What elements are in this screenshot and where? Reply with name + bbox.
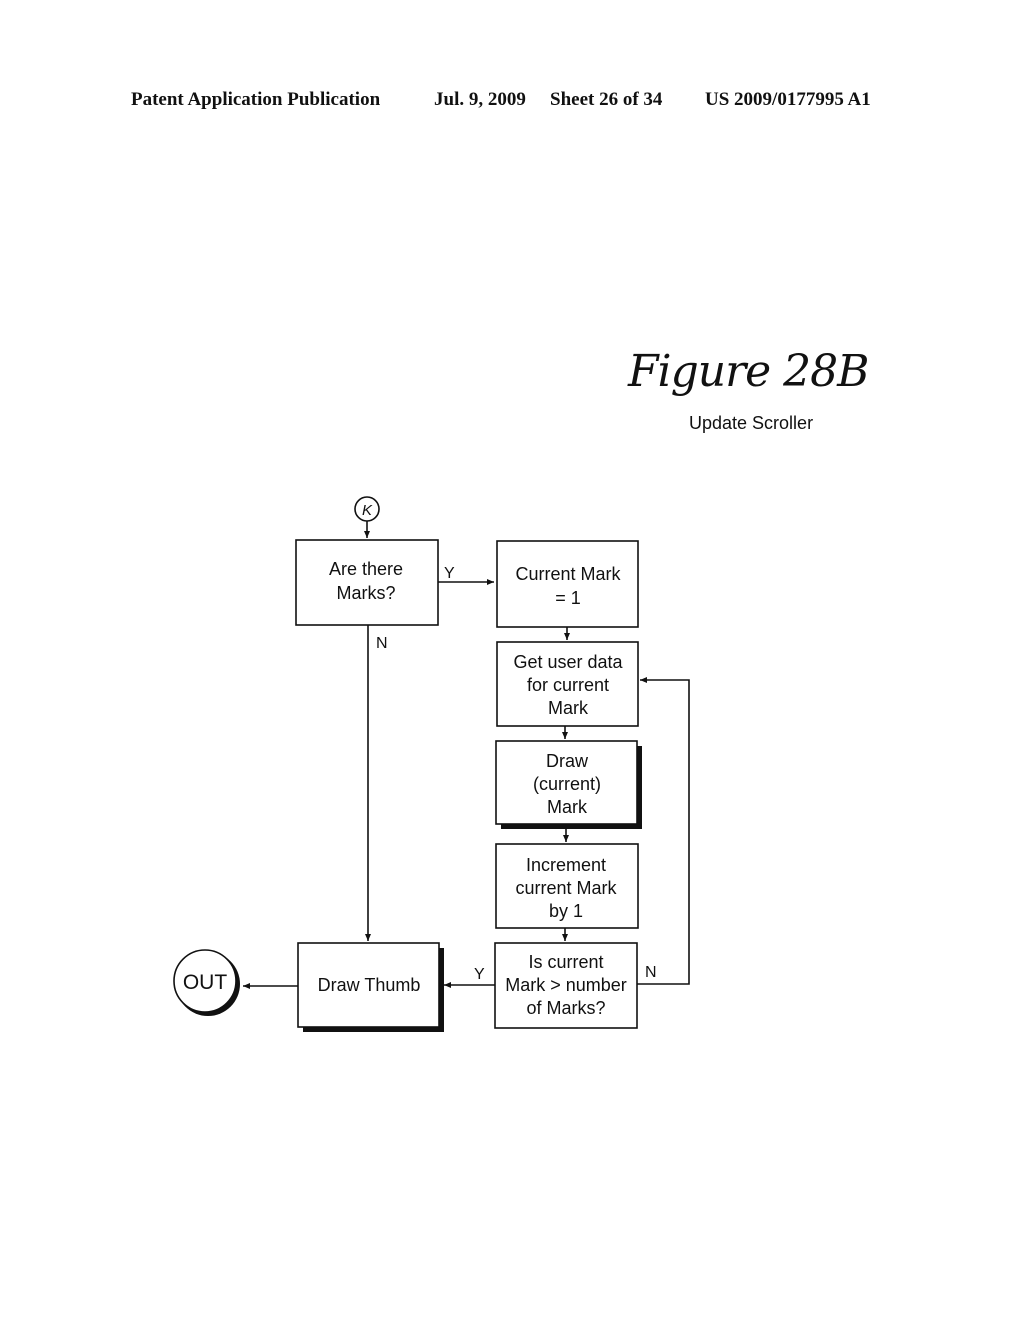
- node-text: of Marks?: [526, 998, 605, 1018]
- flowchart: K Are there Marks? Y Current Mark = 1 Ge…: [173, 496, 690, 1032]
- node-draw-thumb: Draw Thumb: [297, 942, 444, 1032]
- node-text: Draw Thumb: [318, 975, 421, 995]
- node-text: Increment: [526, 855, 606, 875]
- node-text: Is current: [528, 952, 603, 972]
- node-text: (current): [533, 774, 601, 794]
- connector-k-label: K: [362, 502, 373, 519]
- arrow-loop-no: [637, 677, 690, 985]
- node-text: by 1: [549, 901, 583, 921]
- edge-label-no: N: [376, 635, 388, 652]
- node-text: Are there: [329, 559, 403, 579]
- edge-label-no: N: [645, 964, 657, 981]
- node-text: Current Mark: [515, 564, 621, 584]
- node-text: Mark: [547, 797, 588, 817]
- node-current-mark-1: Current Mark = 1: [496, 540, 639, 628]
- node-draw-mark: Draw (current) Mark: [495, 740, 642, 829]
- node-text: Draw: [546, 751, 589, 771]
- node-text: Mark: [548, 698, 589, 718]
- node-are-there-marks: Are there Marks?: [295, 539, 439, 626]
- connector-out: OUT: [173, 949, 240, 1016]
- edge-label-yes: Y: [444, 565, 455, 582]
- node-increment: Increment current Mark by 1: [495, 843, 639, 929]
- connector-k: K: [354, 496, 380, 522]
- node-text: Get user data: [513, 652, 623, 672]
- connector-out-label: OUT: [183, 971, 228, 994]
- node-text: = 1: [555, 588, 581, 608]
- node-text: for current: [527, 675, 609, 695]
- node-is-greater: Is current Mark > number of Marks?: [494, 942, 638, 1029]
- node-text: Mark > number: [505, 975, 627, 995]
- node-text: current Mark: [515, 878, 617, 898]
- node-text: Marks?: [336, 583, 395, 603]
- node-get-user-data: Get user data for current Mark: [496, 641, 639, 727]
- edge-label-yes: Y: [474, 966, 485, 983]
